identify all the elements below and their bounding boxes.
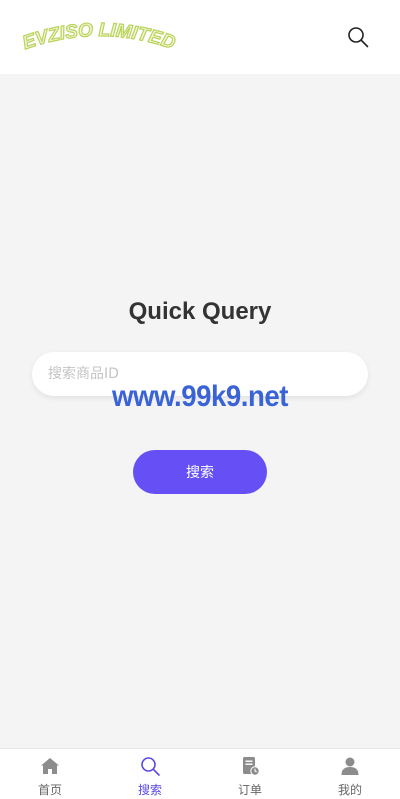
tab-profile[interactable]: 我的 <box>300 749 400 799</box>
main-content: Quick Query www.99k9.net 搜索 <box>0 74 400 748</box>
brand-logo[interactable]: EVZISO LIMITED <box>14 18 184 60</box>
app-header: EVZISO LIMITED <box>0 0 400 74</box>
tab-orders[interactable]: 订单 <box>200 749 300 799</box>
tab-search-label: 搜索 <box>137 783 162 797</box>
tab-search[interactable]: 搜索 <box>100 749 200 799</box>
search-icon <box>139 755 161 777</box>
search-submit-button[interactable]: 搜索 <box>133 450 267 494</box>
bottom-tab-bar: 首页 搜索 订单 我的 <box>0 748 400 799</box>
page-title: Quick Query <box>128 298 272 325</box>
logo-text: EVZISO LIMITED <box>19 19 178 54</box>
search-icon <box>348 27 369 48</box>
home-icon <box>39 755 61 777</box>
tab-orders-label: 订单 <box>237 783 262 797</box>
user-icon <box>339 755 361 777</box>
tab-home[interactable]: 首页 <box>0 749 100 799</box>
product-id-search-input[interactable] <box>32 352 368 396</box>
tab-profile-label: 我的 <box>337 783 362 797</box>
tab-home-label: 首页 <box>37 783 62 797</box>
svg-text:EVZISO LIMITED: EVZISO LIMITED <box>20 20 178 54</box>
order-icon <box>239 755 261 777</box>
header-search-button[interactable] <box>343 22 373 52</box>
